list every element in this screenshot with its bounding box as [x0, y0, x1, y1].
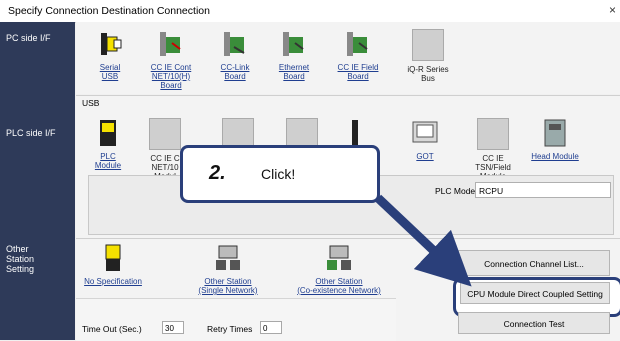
connection-channel-list-button[interactable]: Connection Channel List... [458, 250, 610, 276]
usb-icon [95, 29, 125, 59]
usb-label: USB [82, 98, 100, 108]
plc-item-head-module[interactable]: Head Module [526, 118, 584, 161]
other-item-coexistence-network[interactable]: Other Station (Co-existence Network) [284, 243, 394, 295]
plc-item-cc-ie-tsn-field-module[interactable]: CC IE TSN/Field Module [468, 118, 518, 181]
got-icon [410, 118, 440, 148]
cc-ie-cont-module-icon [149, 118, 181, 150]
cc-link-board-icon [220, 29, 250, 59]
module-icon [340, 118, 370, 148]
retry-field[interactable]: 0 [260, 321, 282, 334]
other-station-label: Other Station Setting [6, 244, 35, 274]
plc-item-plc-module[interactable]: PLC Module [88, 118, 128, 170]
step-instruction: Click! [261, 166, 296, 182]
cc-ie-field-board-icon [343, 29, 373, 59]
pc-item-cc-ie-field-board[interactable]: CC IE Field Board [330, 29, 386, 81]
window-title: Specify Connection Destination Connectio… [8, 5, 210, 17]
pc-item-iq-r-series-bus[interactable]: iQ-R Series Bus [400, 29, 456, 83]
plc-mode-label: PLC Mode [435, 186, 476, 196]
connection-type-strip: USB [76, 95, 620, 111]
timeout-field[interactable]: 30 [162, 321, 184, 334]
plc-module-icon [93, 118, 123, 148]
side-labels-panel: PC side I/F PLC side I/F Other Station S… [0, 22, 75, 340]
head-module-icon [540, 118, 570, 148]
connection-test-button[interactable]: Connection Test [458, 312, 610, 334]
ethernet-board-icon [279, 29, 309, 59]
step-number: 2. [209, 162, 226, 184]
plc-item-hidden-1[interactable] [222, 118, 254, 150]
plc-mode-field[interactable]: RCPU [475, 182, 611, 198]
pc-item-cc-ie-cont-board[interactable]: CC IE Cont NET/10(H) Board [143, 29, 199, 90]
other-item-no-specification[interactable]: No Specification [78, 243, 148, 286]
timeout-panel: Time Out (Sec.) 30 Retry Times 0 [76, 298, 396, 341]
pc-item-serial-usb[interactable]: Serial USB [88, 29, 132, 81]
iq-r-series-bus-icon [412, 29, 444, 61]
plc-item-got[interactable]: GOT [405, 118, 445, 161]
other-item-single-network[interactable]: Other Station (Single Network) [188, 243, 268, 295]
pc-item-cc-link-board[interactable]: CC-Link Board [213, 29, 257, 81]
title-bar: Specify Connection Destination Connectio… [0, 0, 620, 23]
no-specification-icon [98, 243, 128, 273]
pc-item-ethernet-board[interactable]: Ethernet Board [272, 29, 316, 81]
cpu-module-direct-coupled-setting-button[interactable]: CPU Module Direct Coupled Setting [460, 282, 610, 304]
pc-side-label: PC side I/F [6, 33, 51, 43]
cc-ie-cont-board-icon [156, 29, 186, 59]
click-callout: 2. Click! [180, 145, 380, 203]
close-icon[interactable]: × [609, 3, 616, 17]
plc-side-label: PLC side I/F [6, 128, 56, 138]
other-station-single-icon [213, 243, 243, 273]
plc-item-hidden-3[interactable] [340, 118, 370, 148]
other-station-coexistence-icon [324, 243, 354, 273]
plc-item-hidden-2[interactable] [286, 118, 318, 150]
timeout-label: Time Out (Sec.) [82, 324, 142, 334]
cc-ie-tsn-field-module-icon [477, 118, 509, 150]
retry-label: Retry Times [207, 324, 253, 334]
